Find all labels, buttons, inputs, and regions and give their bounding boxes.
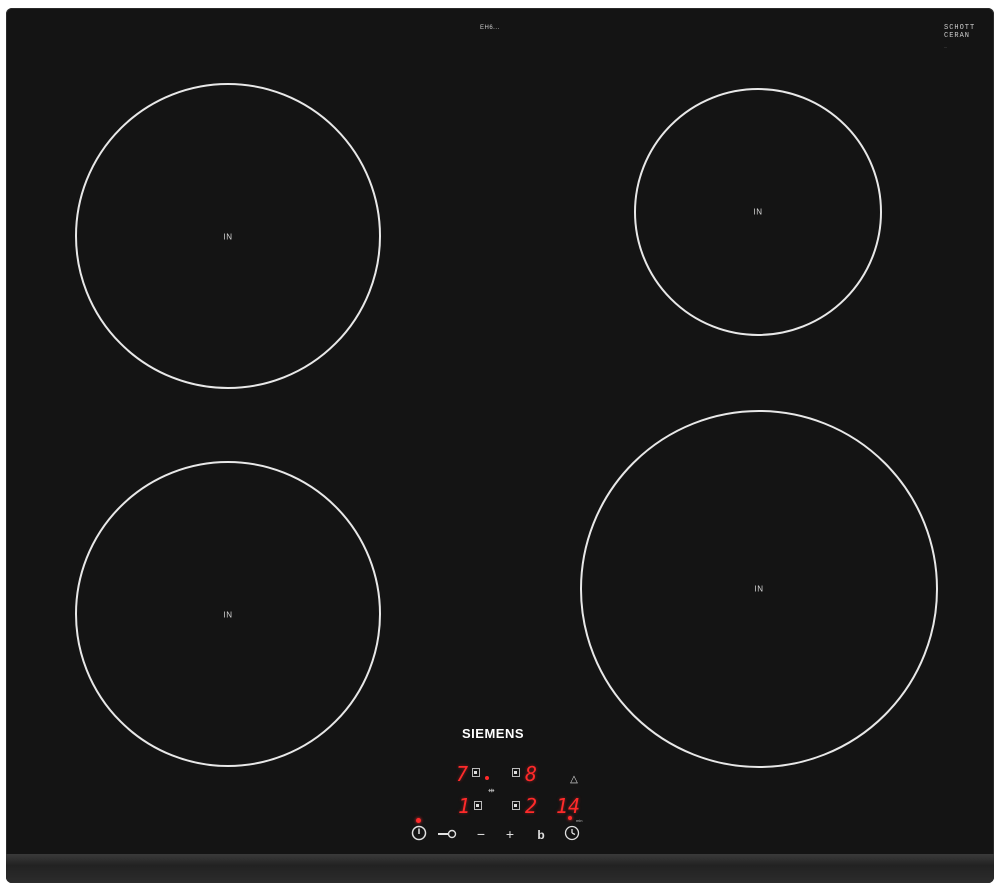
combine-icon: ⇹ [488, 786, 495, 795]
model-code: EH6... [480, 25, 500, 31]
zone-indicator-rear-left [472, 768, 480, 777]
timer-button[interactable] [564, 825, 580, 843]
timer-led [568, 816, 572, 820]
display-rear-right: 8 [525, 762, 538, 786]
key-lock-icon [438, 829, 457, 839]
zone-rear-left-label: IN [223, 232, 233, 242]
glass-sub-label: ... [944, 44, 948, 49]
glass-brand-label: SCHOTT CERAN [944, 24, 976, 40]
boost-button[interactable]: b [537, 828, 544, 842]
zone-front-left-label: IN [223, 610, 233, 620]
power-led [416, 818, 421, 823]
brand-logo: SIEMENS [462, 726, 525, 741]
timer-icon [564, 825, 580, 841]
residual-heat-dot [485, 776, 489, 780]
display-front-left: 1 [458, 794, 471, 818]
display-rear-left: 7 [456, 762, 469, 786]
zone-front-right-label: IN [754, 584, 764, 594]
zone-indicator-front-right [512, 801, 520, 810]
cooktop-front-edge [6, 854, 994, 883]
zone-indicator-front-left [474, 801, 482, 810]
power-button[interactable] [411, 825, 427, 843]
plus-button[interactable]: + [506, 827, 514, 841]
zone-indicator-rear-right [512, 768, 520, 777]
bell-icon: △ [570, 774, 578, 785]
display-front-right: 2 [525, 794, 538, 818]
zone-rear-right-label: IN [753, 207, 763, 217]
child-lock-button[interactable] [438, 827, 458, 841]
timer-unit: min [576, 818, 583, 823]
power-icon [411, 825, 427, 841]
minus-button[interactable]: − [477, 827, 485, 841]
display-timer: 14 [556, 794, 581, 818]
